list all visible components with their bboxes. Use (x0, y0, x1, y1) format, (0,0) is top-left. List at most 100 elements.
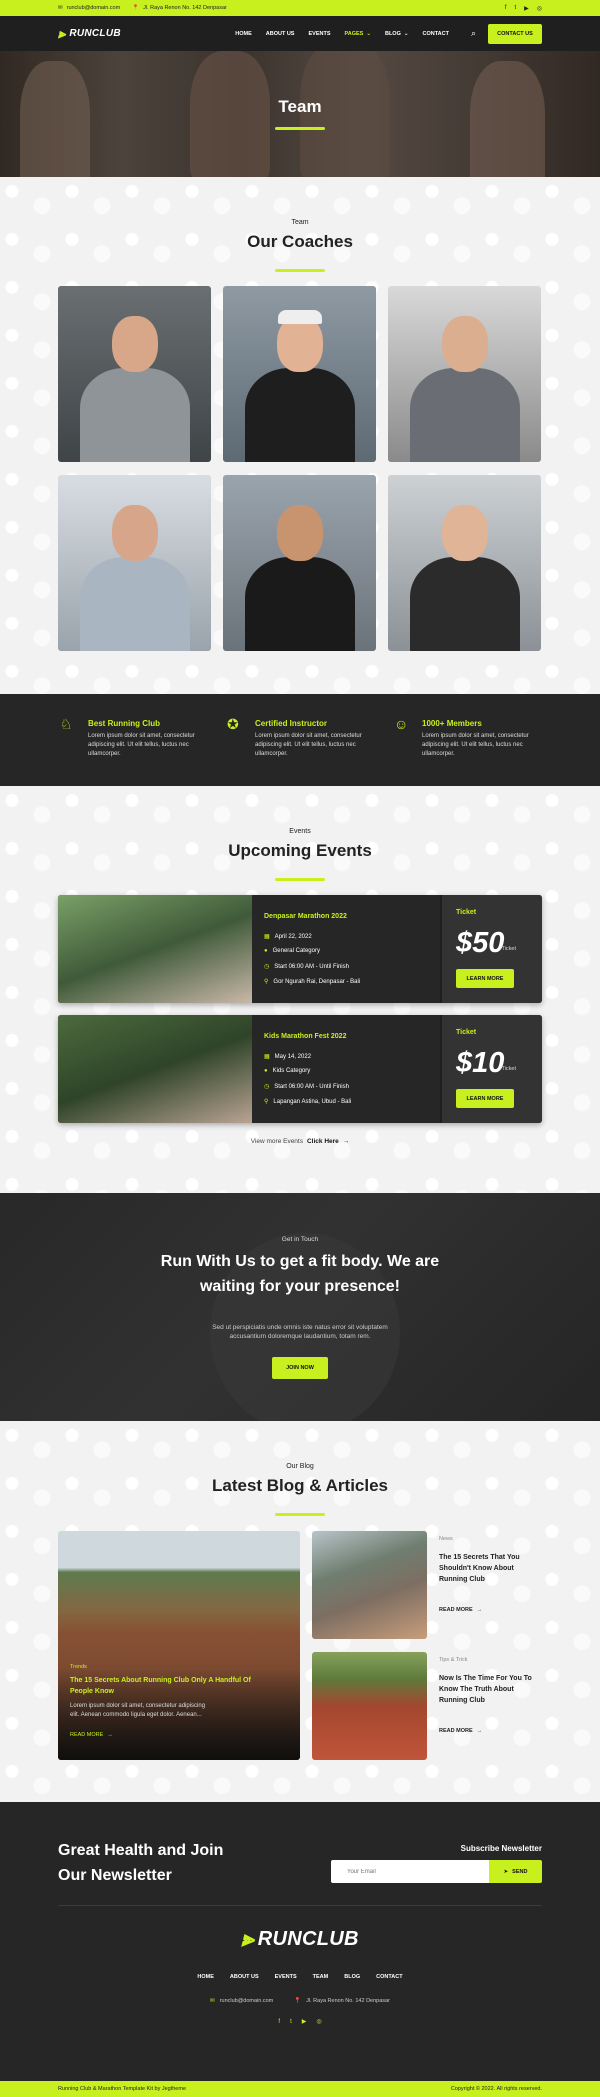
post-read-more[interactable]: READ MORE → (439, 1607, 542, 1613)
ticket-price: $10 (456, 1047, 505, 1079)
cta-title-line1: Run With Us to get a fit body. We are (160, 1253, 440, 1270)
blog-title: Latest Blog & Articles (211, 1476, 389, 1495)
logo-icon: ⫸ (241, 1926, 254, 1951)
ticket-per: /Ticket (500, 946, 516, 952)
footer-link-about[interactable]: ABOUT US (230, 1974, 259, 1980)
post-image[interactable] (312, 1652, 427, 1760)
featured-text-line1: Lorem ipsum dolor sit amet, consectetur … (70, 1703, 206, 1709)
post-title-line2[interactable]: Know The Truth About (439, 1684, 542, 1695)
event-image (58, 895, 252, 1003)
post-title-line1[interactable]: Now Is The Time For You To (439, 1673, 542, 1684)
post-read-more[interactable]: READ MORE → (439, 1728, 542, 1734)
pin-icon: 📍 (294, 1998, 302, 2004)
ticket-panel: Ticket $10 /Ticket LEARN MORE (440, 1015, 542, 1123)
facebook-icon[interactable]: f (278, 2019, 280, 2025)
coach-card[interactable] (58, 475, 211, 651)
coaches-title: Our Coaches (247, 232, 353, 251)
cta-eyebrow: Get in Touch (281, 1236, 319, 1243)
post-title-line2[interactable]: Shouldn't Know About (439, 1563, 542, 1574)
medal-icon: ♘ (60, 716, 73, 732)
arrow-right-icon: → (476, 1728, 483, 1734)
events-underline (275, 878, 325, 881)
hero-banner: Team (0, 51, 600, 177)
click-here-link[interactable]: Click Here (307, 1138, 339, 1145)
event-name[interactable]: Kids Marathon Fest 2022 (264, 1033, 346, 1040)
featured-read-more[interactable]: READ MORE → (70, 1732, 113, 1738)
arrow-right-icon: → (342, 1138, 350, 1145)
chevron-down-icon: ⌄ (403, 30, 409, 37)
learn-more-button[interactable]: LEARN MORE (456, 1089, 514, 1108)
nav-about[interactable]: ABOUT US (266, 31, 295, 37)
user-icon: ● (264, 948, 268, 954)
nav-home[interactable]: HOME (235, 31, 252, 37)
event-category: ● Kids Category (264, 1068, 311, 1074)
events-heading: Events Upcoming Events (0, 828, 600, 861)
instagram-icon[interactable]: ◎ (316, 2018, 321, 2025)
coach-card[interactable] (388, 475, 541, 651)
top-address: Jl. Raya Renon No. 142 Denpasar (143, 5, 227, 11)
post-title-line3[interactable]: Running Club (439, 1574, 542, 1585)
coach-card[interactable] (223, 286, 376, 462)
featured-post[interactable]: Trends The 15 Secrets About Running Club… (58, 1531, 300, 1760)
twitter-icon[interactable]: t (514, 5, 516, 11)
footer-link-team[interactable]: TEAM (313, 1974, 329, 1980)
nav-events[interactable]: EVENTS (308, 31, 330, 37)
event-card: Kids Marathon Fest 2022 ▦ May 14, 2022 ● K… (58, 1015, 542, 1123)
ticket-label: Ticket (456, 909, 477, 916)
coach-card[interactable] (388, 286, 541, 462)
footer-contact: ✉ runclub@domain.com 📍 Jl. Raya Renon No… (0, 1998, 600, 2004)
chevron-down-icon: ⌄ (366, 30, 371, 37)
ticket-per: /Ticket (500, 1066, 516, 1072)
event-time: ◷ Start 06:00 AM - Until Finish (264, 964, 349, 970)
footer-links: HOME ABOUT US EVENTS TEAM BLOG CONTACT (0, 1974, 600, 1980)
newsletter-email-input[interactable] (331, 1860, 489, 1883)
facebook-icon[interactable]: f (505, 5, 507, 11)
nav-contact[interactable]: CONTACT (422, 31, 448, 37)
nav-pages[interactable]: PAGES ⌄ (345, 31, 371, 37)
featured-tag: Trends (70, 1664, 87, 1670)
send-icon: ➤ (503, 1868, 509, 1875)
learn-more-button[interactable]: LEARN MORE (456, 969, 514, 988)
search-icon[interactable]: ⌕ (471, 28, 476, 39)
twitter-icon[interactable]: t (290, 2019, 292, 2025)
event-date: ▦ April 22, 2022 (264, 934, 312, 940)
event-name[interactable]: Denpasar Marathon 2022 (264, 913, 347, 920)
ticket-price: $50 (456, 927, 505, 959)
footer-link-blog[interactable]: BLOG (344, 1974, 360, 1980)
coach-card[interactable] (58, 286, 211, 462)
hero-underline (275, 127, 325, 130)
mail-icon: ✉ (58, 5, 63, 11)
footer-link-home[interactable]: HOME (197, 1974, 214, 1980)
nav-blog[interactable]: BLOG ⌄ (385, 31, 409, 37)
footer: Great Health and Join Our Newsletter Sub… (0, 1802, 600, 2081)
cta-text-line1: Sed ut perspiciatis unde omnis iste natu… (212, 1324, 388, 1331)
arrow-right-icon: → (476, 1607, 483, 1613)
certificate-icon: ✪ (227, 716, 239, 732)
footer-link-events[interactable]: EVENTS (275, 1974, 297, 1980)
blog-eyebrow: Our Blog (286, 1463, 314, 1470)
footer-address: Jl. Raya Renon No. 142 Denpasar (306, 1998, 390, 2004)
clock-icon: ◷ (264, 964, 270, 970)
instagram-icon[interactable]: ◎ (537, 5, 542, 12)
footer-email[interactable]: runclub@domain.com (220, 1998, 274, 2004)
site-logo[interactable]: ⫸ RUNCLUB (58, 26, 121, 42)
post-image[interactable] (312, 1531, 427, 1639)
featured-title-line1[interactable]: The 15 Secrets About Running Club Only A… (70, 1677, 251, 1684)
post-title-line1[interactable]: The 15 Secrets That You (439, 1552, 542, 1563)
post-title-line3[interactable]: Running Club (439, 1695, 542, 1706)
coaches-heading: Team Our Coaches (0, 219, 600, 252)
join-now-button[interactable]: JOIN NOW (272, 1357, 328, 1379)
footer-logo[interactable]: ⫸ RUNCLUB (0, 1926, 600, 1952)
featured-title-line2[interactable]: People Know (70, 1688, 114, 1695)
mail-icon: ✉ (210, 1998, 215, 2004)
youtube-icon[interactable]: ▶ (302, 2018, 307, 2025)
youtube-icon[interactable]: ▶ (524, 5, 529, 12)
footer-link-contact[interactable]: CONTACT (376, 1974, 402, 1980)
top-email[interactable]: runclub@domain.com (67, 5, 121, 11)
send-button[interactable]: ➤ SEND (489, 1860, 542, 1883)
cta-text-line2: accusantium doloremque laudantium, totam… (229, 1333, 371, 1340)
blog-post: Tips & Trick Now Is The Time For You To … (439, 1657, 542, 1734)
nav-menu: HOME ABOUT US EVENTS PAGES ⌄ BLOG ⌄ CONTAC… (235, 31, 449, 37)
coach-card[interactable] (223, 475, 376, 651)
contact-us-button[interactable]: CONTACT US (488, 23, 542, 44)
